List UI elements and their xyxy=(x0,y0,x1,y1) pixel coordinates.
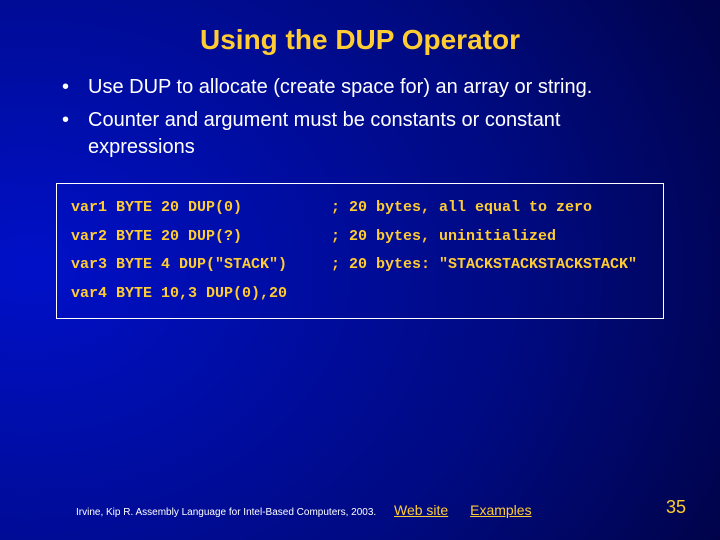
bullet-list: Use DUP to allocate (create space for) a… xyxy=(0,74,720,161)
code-row: var2 BYTE 20 DUP(?); 20 bytes, uninitial… xyxy=(71,223,649,252)
code-row: var3 BYTE 4 DUP("STACK"); 20 bytes: "STA… xyxy=(71,251,649,280)
code-comment: ; 20 bytes, all equal to zero xyxy=(331,199,592,216)
slide: Using the DUP Operator Use DUP to alloca… xyxy=(0,0,720,540)
code-comment: ; 20 bytes: "STACKSTACKSTACKSTACK" xyxy=(331,256,637,273)
code-decl: var4 BYTE 10,3 DUP(0),20 xyxy=(71,280,331,309)
code-decl: var2 BYTE 20 DUP(?) xyxy=(71,223,331,252)
code-row: var4 BYTE 10,3 DUP(0),20 xyxy=(71,280,649,309)
slide-title: Using the DUP Operator xyxy=(0,0,720,74)
code-decl: var3 BYTE 4 DUP("STACK") xyxy=(71,251,331,280)
footer-links: Web site Examples xyxy=(394,502,550,518)
examples-link[interactable]: Examples xyxy=(470,502,531,518)
footer-credit: Irvine, Kip R. Assembly Language for Int… xyxy=(76,507,376,518)
slide-footer: Irvine, Kip R. Assembly Language for Int… xyxy=(0,498,720,518)
bullet-item: Counter and argument must be constants o… xyxy=(60,107,660,161)
code-row: var1 BYTE 20 DUP(0); 20 bytes, all equal… xyxy=(71,194,649,223)
bullet-item: Use DUP to allocate (create space for) a… xyxy=(60,74,660,101)
page-number: 35 xyxy=(666,497,686,518)
code-example-box: var1 BYTE 20 DUP(0); 20 bytes, all equal… xyxy=(56,183,664,319)
code-comment: ; 20 bytes, uninitialized xyxy=(331,228,556,245)
code-decl: var1 BYTE 20 DUP(0) xyxy=(71,194,331,223)
website-link[interactable]: Web site xyxy=(394,502,448,518)
